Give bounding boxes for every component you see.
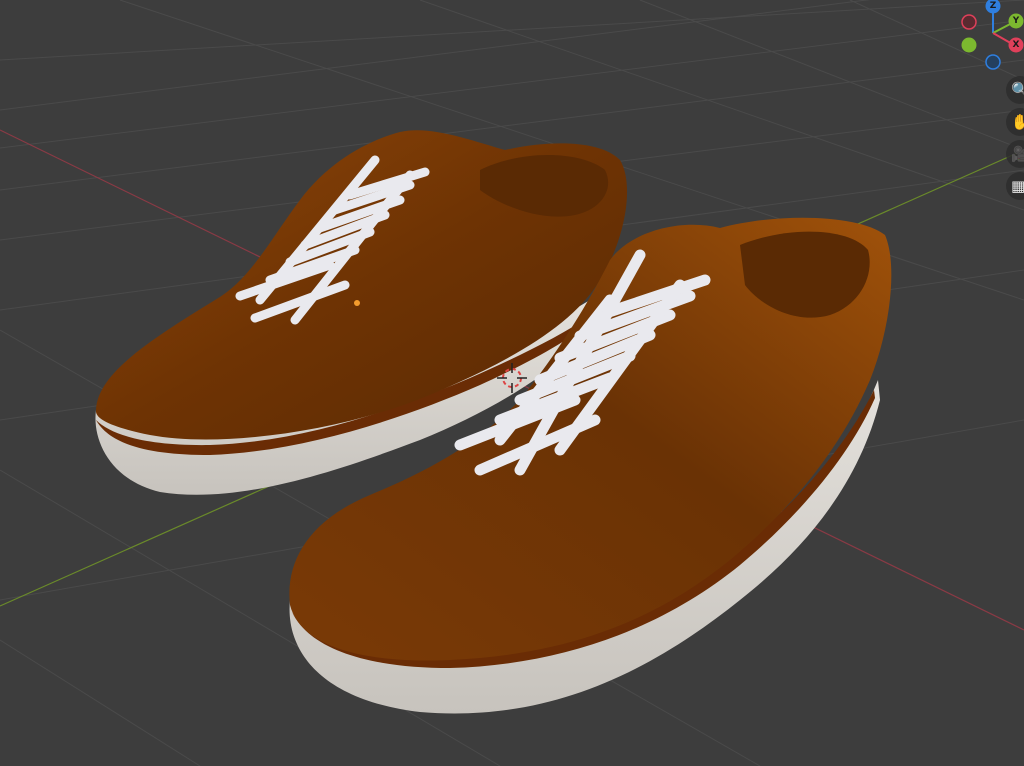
x-axis-label: X [1013, 40, 1020, 50]
viewport-scene [0, 0, 1024, 766]
viewport-nav-tools: 🔍 ✋ 🎥 ▦ [1006, 76, 1024, 204]
perspective-grid-icon[interactable]: ▦ [1006, 172, 1024, 200]
object-origin-icon [354, 300, 360, 306]
neg-y-axis-icon[interactable] [961, 37, 977, 53]
neg-x-axis-icon[interactable] [961, 14, 977, 30]
z-axis-label: Z [990, 1, 997, 11]
neg-z-axis-icon[interactable] [985, 54, 1001, 70]
camera-icon[interactable]: 🎥 [1006, 140, 1024, 168]
3d-viewport[interactable] [0, 0, 1024, 766]
pan-hand-icon[interactable]: ✋ [1006, 108, 1024, 136]
y-axis-label: Y [1012, 16, 1020, 26]
navigation-gizmo[interactable]: Z Y X [950, 0, 1024, 74]
zoom-icon[interactable]: 🔍 [1006, 76, 1024, 104]
